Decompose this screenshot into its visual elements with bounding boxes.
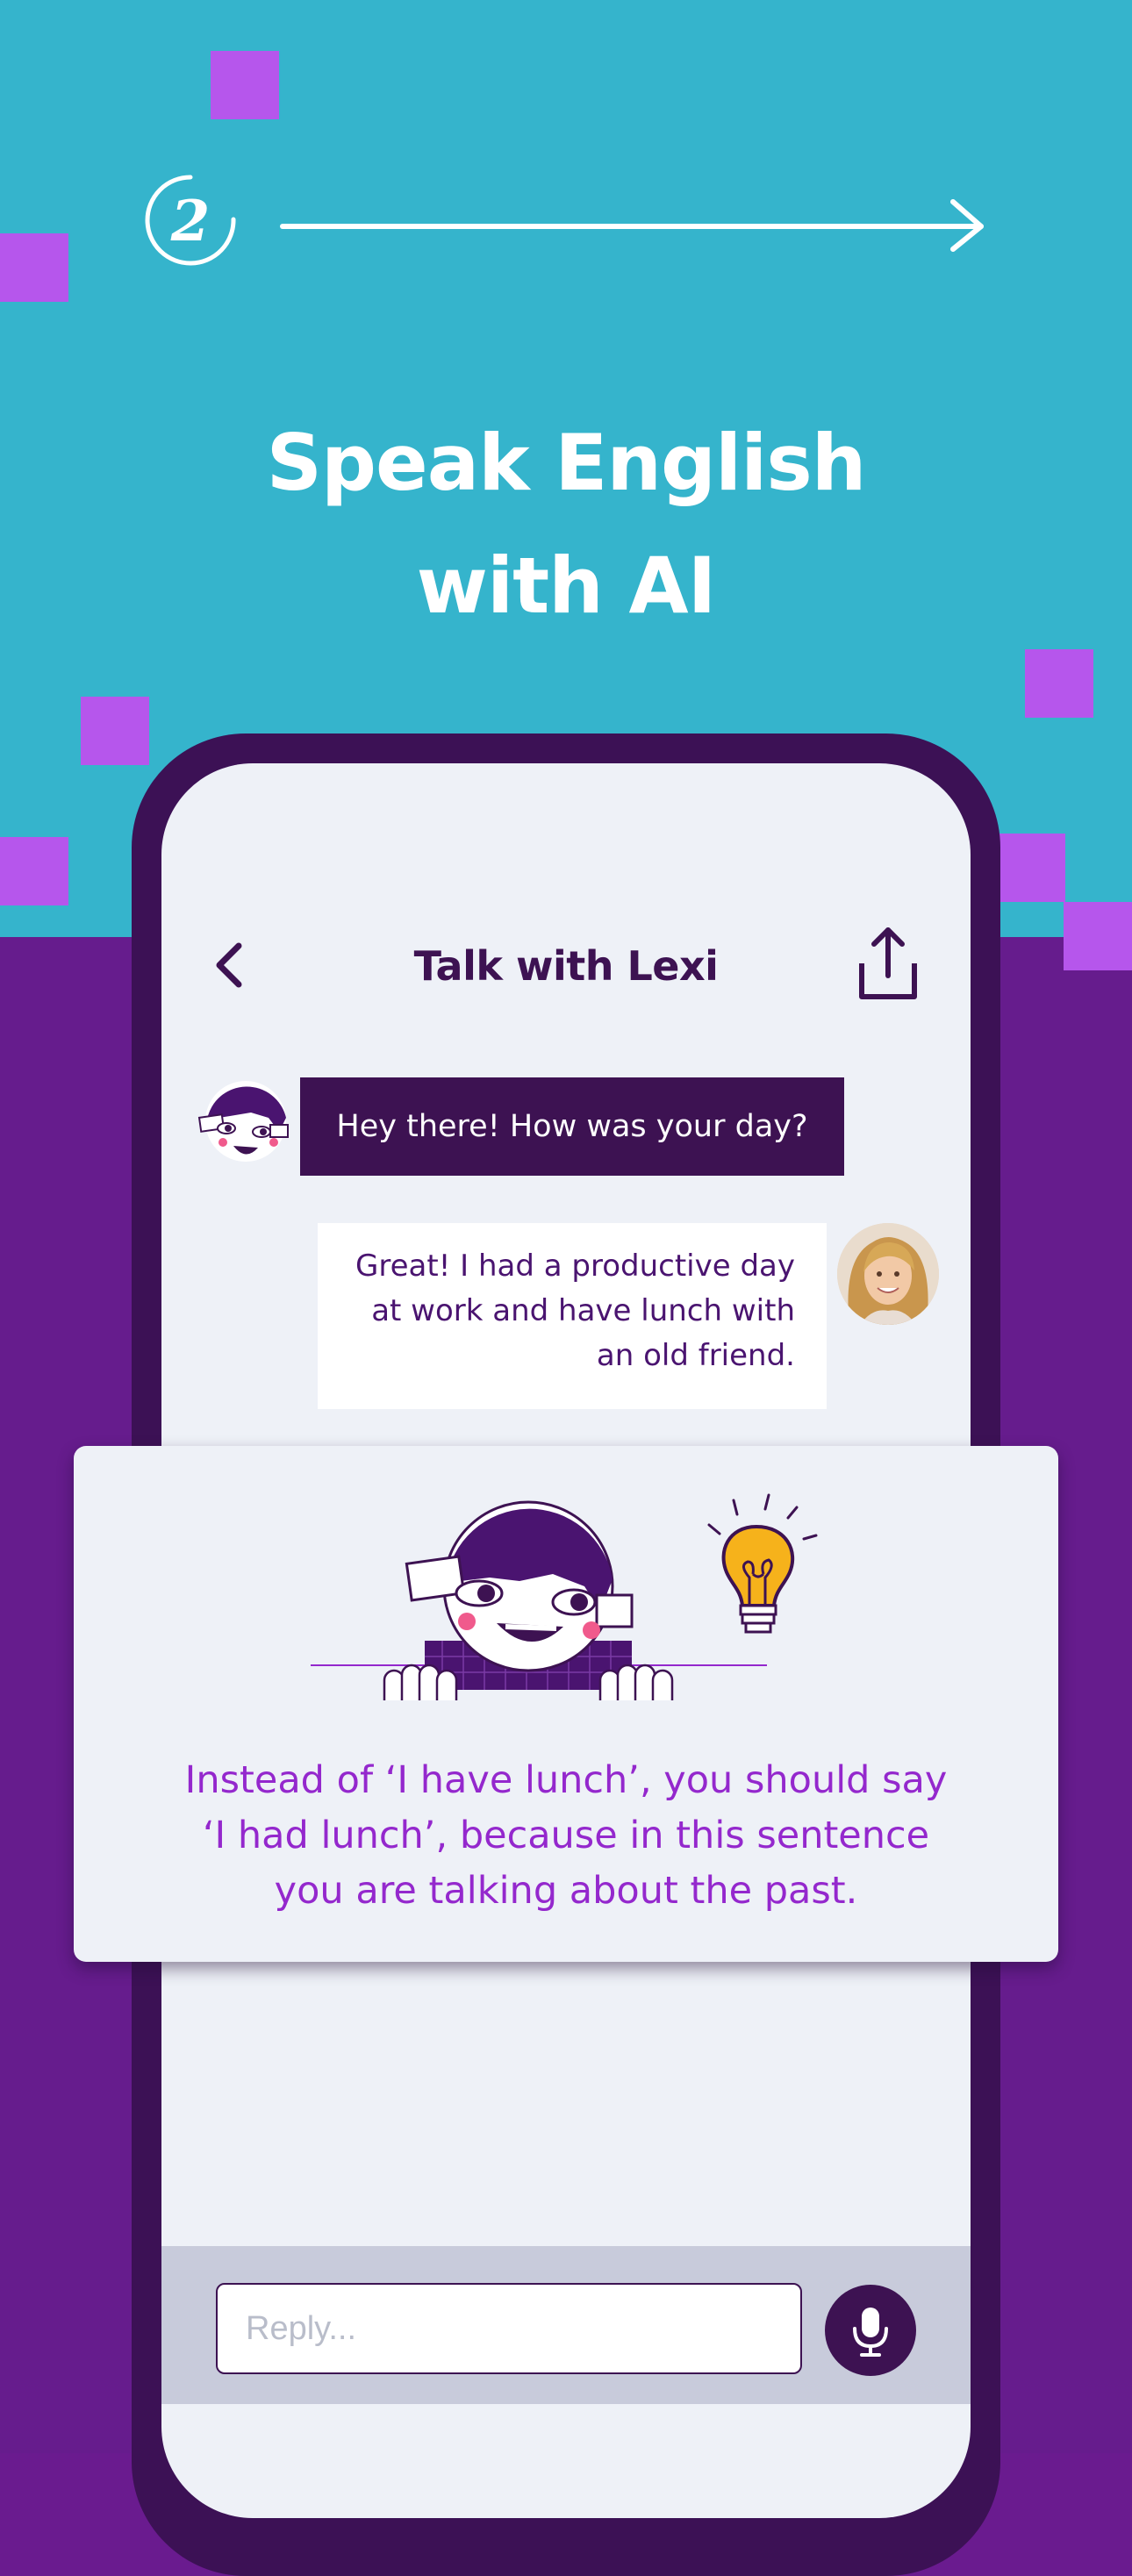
- decor-square: [0, 233, 68, 302]
- headline-line-2: with AI: [416, 540, 717, 631]
- decor-square: [1064, 902, 1132, 970]
- decor-square: [1025, 649, 1093, 718]
- feedback-line: ‘I had lunch’, because in this sentence: [202, 1814, 930, 1857]
- user-avatar: [837, 1223, 939, 1325]
- user-message-bubble: Great! I had a productive day at work an…: [318, 1223, 827, 1409]
- decor-square: [997, 834, 1065, 902]
- chat-nav-bar: Talk with Lexi: [161, 912, 971, 1018]
- feedback-line: Instead of ‘I have lunch’, you should sa…: [184, 1758, 948, 1802]
- user-message-line: an old friend.: [596, 1338, 795, 1373]
- decor-square: [0, 837, 68, 905]
- feedback-card: Instead of ‘I have lunch’, you should sa…: [74, 1446, 1058, 1962]
- reply-input[interactable]: [216, 2283, 802, 2374]
- decor-square: [81, 697, 149, 765]
- microphone-button[interactable]: [825, 2285, 916, 2376]
- feedback-text: Instead of ‘I have lunch’, you should sa…: [74, 1753, 1058, 1919]
- user-message-line: Great! I had a productive day: [355, 1249, 795, 1284]
- share-button[interactable]: [855, 925, 921, 1004]
- decor-square: [211, 51, 279, 119]
- lightbulb-icon: [707, 1493, 818, 1634]
- bot-message-text: Hey there! How was your day?: [336, 1109, 808, 1144]
- headline: Speak English with AI: [0, 402, 1132, 648]
- step-number-badge: 2: [142, 172, 239, 268]
- chat-title: Talk with Lexi: [413, 942, 719, 990]
- bot-message-bubble: Hey there! How was your day?: [300, 1077, 844, 1176]
- reply-bar: [161, 2246, 971, 2404]
- microphone-icon: [853, 2308, 888, 2357]
- step-number: 2: [170, 189, 211, 254]
- user-message-line: at work and have lunch with: [371, 1293, 795, 1328]
- share-upload-icon: [859, 927, 917, 999]
- feedback-line: you are talking about the past.: [274, 1869, 858, 1913]
- arrow-right-icon: [280, 199, 984, 252]
- lexi-avatar: [195, 1077, 291, 1174]
- headline-line-1: Speak English: [266, 418, 867, 508]
